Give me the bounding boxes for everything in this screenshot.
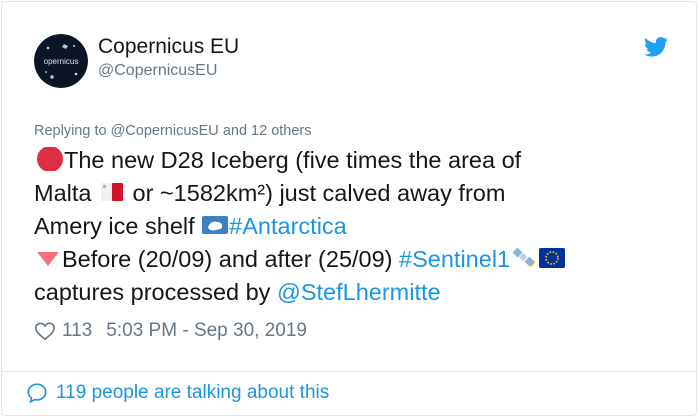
malta-flag-emoji <box>101 183 123 201</box>
tweet-line-4a: Before (20/09) and after (25/09) <box>62 246 393 272</box>
tweet-line-5a: captures processed by <box>34 279 271 305</box>
avatar-logo-text: opernicus <box>44 57 79 66</box>
replying-suffix[interactable]: and 12 others <box>223 123 312 139</box>
tweet-line-2a: Malta <box>34 180 92 206</box>
hashtag-antarctica[interactable]: #Antarctica <box>229 213 347 239</box>
replying-to-line: Replying to @CopernicusEU and 12 others <box>34 123 312 139</box>
tweet-line-2b: or ~1582km²) just calved away from <box>132 180 506 206</box>
satellite-emoji <box>512 247 535 267</box>
red-triangle-emoji <box>37 252 59 266</box>
replying-prefix: Replying to <box>34 123 107 139</box>
tweet-line-1-text: The new D28 Iceberg (five times the area… <box>64 147 522 173</box>
tweet-text: The new D28 Iceberg (five times the area… <box>34 144 684 309</box>
tweet-line-3a: Amery ice shelf <box>34 213 195 239</box>
tweet-line-2: Malta or ~1582km²) just calved away from <box>34 177 684 210</box>
tweet-meta: 113 5:03 PM - Sep 30, 2019 <box>34 320 307 342</box>
tweet-line-1: The new D28 Iceberg (five times the area… <box>34 144 684 177</box>
tweet-line-3: Amery ice shelf #Antarctica <box>34 210 684 243</box>
speech-bubble-icon <box>27 383 47 404</box>
antarctica-emoji <box>202 216 229 234</box>
like-count[interactable]: 113 <box>62 320 92 342</box>
twitter-bird-icon[interactable] <box>644 36 668 58</box>
eu-flag-emoji <box>539 248 566 268</box>
replying-mention[interactable]: @CopernicusEU <box>111 123 219 139</box>
user-handle[interactable]: @CopernicusEU <box>98 62 217 80</box>
heart-icon[interactable] <box>34 321 56 341</box>
tweet-card: opernicus Copernicus EU @CopernicusEU Re… <box>1 1 697 416</box>
red-circle-emoji <box>37 147 63 171</box>
mention-steflhermitte[interactable]: @StefLhermitte <box>277 279 441 305</box>
tweet-line-4: Before (20/09) and after (25/09) #Sentin… <box>34 243 684 276</box>
talking-about-link[interactable]: 119 people are talking about this <box>26 382 329 404</box>
avatar[interactable]: opernicus <box>34 34 88 88</box>
display-name[interactable]: Copernicus EU <box>98 35 239 59</box>
hashtag-sentinel1[interactable]: #Sentinel1 <box>399 246 510 272</box>
footer-divider <box>2 371 696 372</box>
talking-about-text[interactable]: 119 people are talking about this <box>56 382 329 404</box>
tweet-line-5: captures processed by @StefLhermitte <box>34 276 684 309</box>
tweet-timestamp[interactable]: 5:03 PM - Sep 30, 2019 <box>106 320 307 342</box>
